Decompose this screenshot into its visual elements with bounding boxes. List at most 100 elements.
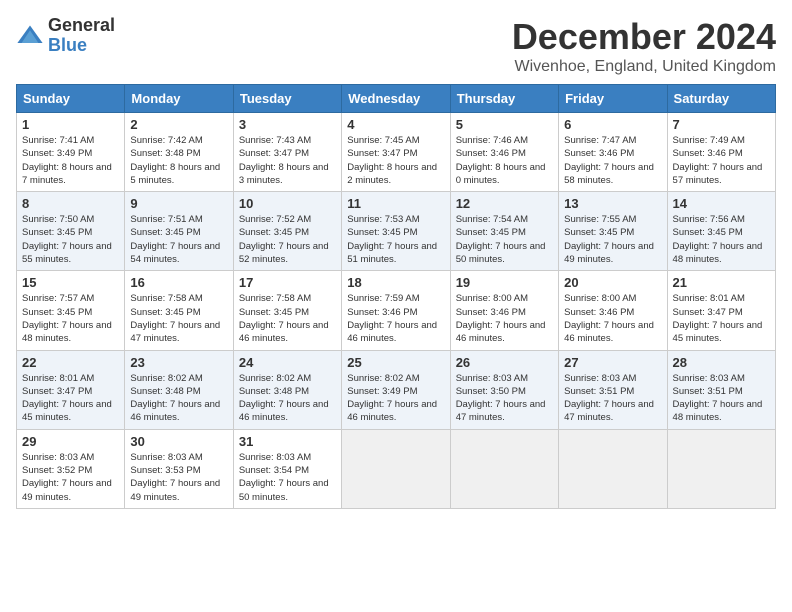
day-info: Sunrise: 7:46 AM Sunset: 3:46 PM Dayligh… (456, 134, 553, 187)
day-number: 11 (347, 196, 444, 211)
day-cell (450, 429, 558, 508)
day-cell: 6 Sunrise: 7:47 AM Sunset: 3:46 PM Daylig… (559, 113, 667, 192)
day-cell: 29 Sunrise: 8:03 AM Sunset: 3:52 PM Dayli… (17, 429, 125, 508)
day-info: Sunrise: 7:58 AM Sunset: 3:45 PM Dayligh… (239, 292, 336, 345)
day-number: 29 (22, 434, 119, 449)
week-row-4: 22Sunrise: 8:01 AM Sunset: 3:47 PM Dayli… (17, 350, 776, 429)
day-cell: 11 Sunrise: 7:53 AM Sunset: 3:45 PM Dayli… (342, 192, 450, 271)
day-info: Sunrise: 8:00 AM Sunset: 3:46 PM Dayligh… (564, 292, 661, 345)
day-info: Sunrise: 7:42 AM Sunset: 3:48 PM Dayligh… (130, 134, 227, 187)
day-info: Sunrise: 7:58 AM Sunset: 3:45 PM Dayligh… (130, 292, 227, 345)
day-cell (559, 429, 667, 508)
calendar-body: 1 Sunrise: 7:41 AM Sunset: 3:49 PM Daylig… (17, 113, 776, 509)
day-cell: 27 Sunrise: 8:03 AM Sunset: 3:51 PM Dayli… (559, 350, 667, 429)
day-cell: 25 Sunrise: 8:02 AM Sunset: 3:49 PM Dayli… (342, 350, 450, 429)
day-number: 18 (347, 275, 444, 290)
day-cell: 1 Sunrise: 7:41 AM Sunset: 3:49 PM Daylig… (17, 113, 125, 192)
column-header-wednesday: Wednesday (342, 85, 450, 113)
day-cell: 12 Sunrise: 7:54 AM Sunset: 3:45 PM Dayli… (450, 192, 558, 271)
day-number: 2 (130, 117, 227, 132)
calendar-header-row: SundayMondayTuesdayWednesdayThursdayFrid… (17, 85, 776, 113)
day-info: Sunrise: 8:01 AM Sunset: 3:47 PM Dayligh… (22, 372, 119, 425)
day-number: 17 (239, 275, 336, 290)
day-cell: 4Sunrise: 7:45 AM Sunset: 3:47 PM Daylig… (342, 113, 450, 192)
day-info: Sunrise: 8:03 AM Sunset: 3:51 PM Dayligh… (564, 372, 661, 425)
day-number: 10 (239, 196, 336, 211)
day-cell: 23Sunrise: 8:02 AM Sunset: 3:48 PM Dayli… (125, 350, 233, 429)
day-number: 8 (22, 196, 119, 211)
day-info: Sunrise: 7:50 AM Sunset: 3:45 PM Dayligh… (22, 213, 119, 266)
title-block: December 2024 Wivenhoe, England, United … (512, 16, 776, 76)
day-cell: 3 Sunrise: 7:43 AM Sunset: 3:47 PM Daylig… (233, 113, 341, 192)
day-info: Sunrise: 8:02 AM Sunset: 3:48 PM Dayligh… (239, 372, 336, 425)
day-cell: 31Sunrise: 8:03 AM Sunset: 3:54 PM Dayli… (233, 429, 341, 508)
day-info: Sunrise: 8:02 AM Sunset: 3:48 PM Dayligh… (130, 372, 227, 425)
day-cell: 30 Sunrise: 8:03 AM Sunset: 3:53 PM Dayli… (125, 429, 233, 508)
day-cell: 5 Sunrise: 7:46 AM Sunset: 3:46 PM Daylig… (450, 113, 558, 192)
day-cell: 26 Sunrise: 8:03 AM Sunset: 3:50 PM Dayli… (450, 350, 558, 429)
day-info: Sunrise: 7:56 AM Sunset: 3:45 PM Dayligh… (673, 213, 770, 266)
day-cell: 18 Sunrise: 7:59 AM Sunset: 3:46 PM Dayli… (342, 271, 450, 350)
day-number: 21 (673, 275, 770, 290)
week-row-2: 8 Sunrise: 7:50 AM Sunset: 3:45 PM Daylig… (17, 192, 776, 271)
page-header: General Blue December 2024 Wivenhoe, Eng… (16, 16, 776, 76)
day-info: Sunrise: 8:03 AM Sunset: 3:50 PM Dayligh… (456, 372, 553, 425)
day-info: Sunrise: 7:41 AM Sunset: 3:49 PM Dayligh… (22, 134, 119, 187)
day-info: Sunrise: 7:47 AM Sunset: 3:46 PM Dayligh… (564, 134, 661, 187)
day-number: 15 (22, 275, 119, 290)
day-info: Sunrise: 7:55 AM Sunset: 3:45 PM Dayligh… (564, 213, 661, 266)
day-info: Sunrise: 8:03 AM Sunset: 3:51 PM Dayligh… (673, 372, 770, 425)
day-info: Sunrise: 7:59 AM Sunset: 3:46 PM Dayligh… (347, 292, 444, 345)
day-number: 1 (22, 117, 119, 132)
day-number: 4 (347, 117, 444, 132)
day-number: 9 (130, 196, 227, 211)
logo-blue-text: Blue (48, 36, 115, 56)
day-number: 5 (456, 117, 553, 132)
day-cell: 24 Sunrise: 8:02 AM Sunset: 3:48 PM Dayli… (233, 350, 341, 429)
day-number: 28 (673, 355, 770, 370)
day-number: 6 (564, 117, 661, 132)
day-info: Sunrise: 8:02 AM Sunset: 3:49 PM Dayligh… (347, 372, 444, 425)
day-cell: 8 Sunrise: 7:50 AM Sunset: 3:45 PM Daylig… (17, 192, 125, 271)
day-cell: 13 Sunrise: 7:55 AM Sunset: 3:45 PM Dayli… (559, 192, 667, 271)
day-cell: 7 Sunrise: 7:49 AM Sunset: 3:46 PM Daylig… (667, 113, 775, 192)
day-cell: 16Sunrise: 7:58 AM Sunset: 3:45 PM Dayli… (125, 271, 233, 350)
day-cell: 14Sunrise: 7:56 AM Sunset: 3:45 PM Dayli… (667, 192, 775, 271)
day-info: Sunrise: 8:03 AM Sunset: 3:53 PM Dayligh… (130, 451, 227, 504)
day-number: 25 (347, 355, 444, 370)
month-title: December 2024 (512, 16, 776, 58)
calendar-table: SundayMondayTuesdayWednesdayThursdayFrid… (16, 84, 776, 509)
day-info: Sunrise: 7:53 AM Sunset: 3:45 PM Dayligh… (347, 213, 444, 266)
day-info: Sunrise: 7:49 AM Sunset: 3:46 PM Dayligh… (673, 134, 770, 187)
day-number: 3 (239, 117, 336, 132)
day-cell: 10Sunrise: 7:52 AM Sunset: 3:45 PM Dayli… (233, 192, 341, 271)
day-number: 13 (564, 196, 661, 211)
day-cell (342, 429, 450, 508)
day-cell: 15 Sunrise: 7:57 AM Sunset: 3:45 PM Dayli… (17, 271, 125, 350)
column-header-tuesday: Tuesday (233, 85, 341, 113)
day-number: 12 (456, 196, 553, 211)
day-number: 27 (564, 355, 661, 370)
day-cell: 22Sunrise: 8:01 AM Sunset: 3:47 PM Dayli… (17, 350, 125, 429)
week-row-1: 1 Sunrise: 7:41 AM Sunset: 3:49 PM Daylig… (17, 113, 776, 192)
day-info: Sunrise: 7:43 AM Sunset: 3:47 PM Dayligh… (239, 134, 336, 187)
day-cell: 19 Sunrise: 8:00 AM Sunset: 3:46 PM Dayli… (450, 271, 558, 350)
day-number: 7 (673, 117, 770, 132)
day-number: 30 (130, 434, 227, 449)
day-number: 24 (239, 355, 336, 370)
day-number: 26 (456, 355, 553, 370)
day-info: Sunrise: 8:00 AM Sunset: 3:46 PM Dayligh… (456, 292, 553, 345)
day-number: 31 (239, 434, 336, 449)
week-row-5: 29 Sunrise: 8:03 AM Sunset: 3:52 PM Dayli… (17, 429, 776, 508)
column-header-thursday: Thursday (450, 85, 558, 113)
day-cell: 9Sunrise: 7:51 AM Sunset: 3:45 PM Daylig… (125, 192, 233, 271)
column-header-monday: Monday (125, 85, 233, 113)
day-number: 19 (456, 275, 553, 290)
day-info: Sunrise: 8:03 AM Sunset: 3:52 PM Dayligh… (22, 451, 119, 504)
day-cell: 28 Sunrise: 8:03 AM Sunset: 3:51 PM Dayli… (667, 350, 775, 429)
day-info: Sunrise: 7:54 AM Sunset: 3:45 PM Dayligh… (456, 213, 553, 266)
day-info: Sunrise: 7:57 AM Sunset: 3:45 PM Dayligh… (22, 292, 119, 345)
logo: General Blue (16, 16, 115, 56)
logo-general-text: General (48, 16, 115, 36)
logo-icon (16, 22, 44, 50)
